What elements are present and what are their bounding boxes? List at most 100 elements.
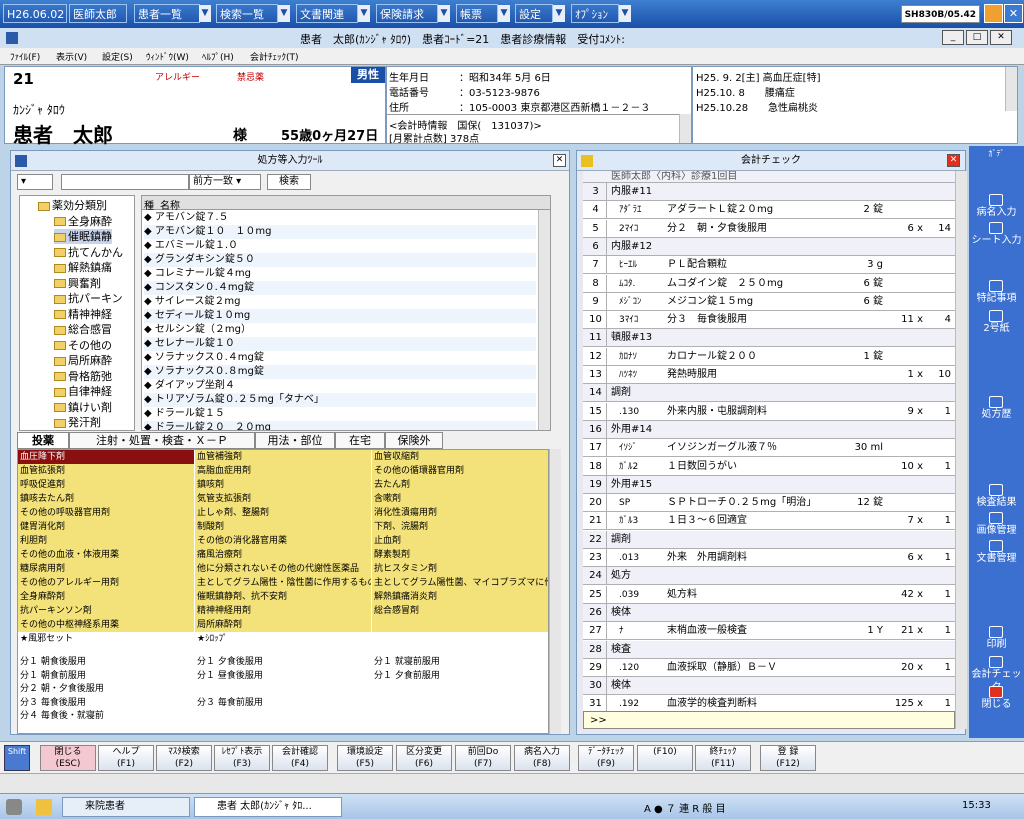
fkey-button-f2[interactable]: ﾏｽﾀ検索 (F2) (156, 745, 212, 771)
category-cell[interactable]: その他の循環器官用剤 (372, 464, 548, 478)
category-cell[interactable]: 総合感冒剤 (372, 604, 548, 618)
category-cell[interactable]: 全身麻酔剤 (18, 590, 194, 604)
close-icon[interactable]: ✕ (553, 154, 566, 167)
drug-row[interactable]: ◆ ソラナックス０.４mg錠 (144, 351, 536, 365)
tree-node[interactable]: その他の (54, 338, 112, 353)
fkey-button-f5[interactable]: 環境設定 (F5) (337, 745, 393, 771)
account-row[interactable]: 27 ﾅ 末梢血液一般検査 1 Y 21 x 1 (583, 622, 955, 641)
close-icon[interactable]: ✕ (1004, 4, 1023, 23)
account-row[interactable]: 19 外用#15 (583, 475, 955, 494)
category-cell[interactable]: 呼吸促進剤 (18, 478, 194, 492)
chevron-down-icon[interactable]: ▼ (278, 5, 290, 22)
close-icon[interactable]: ✕ (947, 154, 960, 167)
account-row[interactable]: 3 内服#11 (583, 183, 955, 201)
drug-row[interactable]: ◆ ドラール錠２０ ２０mg (144, 421, 536, 430)
fkey-button-f11[interactable]: 終ﾁｪｯｸ (F11) (695, 745, 751, 771)
category-cell[interactable]: 血管収縮剤 (372, 450, 548, 464)
category-cell[interactable]: その他の呼吸器官用剤 (18, 506, 194, 520)
menu-view[interactable]: 表示(V) (56, 50, 87, 63)
tree-node[interactable]: 全身麻酔 (54, 214, 112, 229)
menu-search-list[interactable]: 検索一覧 (216, 4, 278, 23)
usage-cell[interactable] (372, 709, 548, 723)
drug-row[interactable]: ◆ セディール錠１０mg (144, 309, 536, 323)
usage-cell[interactable]: 分１ 昼食後服用 (195, 669, 371, 683)
disease-item[interactable]: H25.10.28 急性扁桃炎 (696, 99, 818, 114)
account-row[interactable]: 15 .130 外来内服・屯服調剤料 9 x 1 (583, 402, 955, 421)
account-row[interactable]: 30 検体 (583, 677, 955, 696)
category-cell[interactable]: 精神神経用剤 (195, 604, 371, 618)
category-cell[interactable] (372, 632, 548, 646)
usage-cell[interactable]: 分１ 朝食前服用 (18, 669, 194, 683)
tree-node[interactable]: 局所麻酔 (54, 353, 112, 368)
drug-row[interactable]: ◆ セレナール錠１０ (144, 337, 536, 351)
account-row[interactable]: 11 頓服#13 (583, 329, 955, 348)
account-row[interactable]: 7 ﾋｰｴﾙ ＰＬ配合顆粒 3 g (583, 256, 955, 275)
scrollbar[interactable] (1005, 67, 1017, 111)
fkey-button-esc[interactable]: 閉じる (ESC) (40, 745, 96, 771)
menu-help[interactable]: ﾍﾙﾌﾟ(H) (202, 50, 234, 63)
sidebar-item-document-mgmt[interactable]: 文書管理 (971, 538, 1022, 574)
category-cell[interactable]: 抗パーキンソン剤 (18, 604, 194, 618)
shift-button[interactable]: Shift (4, 745, 30, 771)
sidebar-item-close[interactable]: 閉じる (971, 684, 1022, 720)
sidebar-item-form2[interactable]: 2号紙 (971, 308, 1022, 344)
account-row[interactable]: 10 3ﾏｲｺ 分３ 毎食後服用 11 x 4 (583, 311, 955, 330)
usage-cell[interactable] (372, 696, 548, 710)
col-kind[interactable]: 種 (144, 197, 154, 212)
tab-injection-procedure[interactable]: 注射・処置・検査・Ｘ－Ｐ (69, 432, 255, 449)
category-cell[interactable]: 血管補強剤 (195, 450, 371, 464)
category-cell[interactable]: 血圧降下剤 (18, 450, 194, 464)
tree-node[interactable]: 自律神経 (54, 384, 112, 399)
tree-node[interactable]: 抗パーキン (54, 291, 123, 306)
menu-patient-list[interactable]: 患者一覧 (134, 4, 200, 23)
chevron-down-icon[interactable]: ▼ (619, 5, 631, 22)
drug-row[interactable]: ◆ アモバン錠７.５ (144, 211, 536, 225)
usage-cell[interactable]: 分１ 就寝前服用 (372, 655, 548, 669)
chevron-down-icon[interactable]: ▼ (199, 5, 211, 22)
sidebar-top-tab[interactable]: ｶﾞﾃﾞ (971, 146, 1022, 162)
menu-file[interactable]: ﾌｧｲﾙ(F) (10, 50, 40, 63)
category-cell[interactable] (372, 618, 548, 632)
category-cell[interactable]: 利胆剤 (18, 534, 194, 548)
account-row[interactable]: 18 ｶﾞﾙ2 １日数回うがい 10 x 1 (583, 457, 955, 476)
fkey-button-f6[interactable]: 区分変更 (F6) (396, 745, 452, 771)
category-cell[interactable]: 酵素製剤 (372, 548, 548, 562)
account-row[interactable]: 16 外用#14 (583, 420, 955, 439)
task-visiting-patients[interactable]: 来院患者 (62, 797, 190, 817)
usage-cell[interactable] (372, 682, 548, 696)
tree-node[interactable]: 発汗剤 (54, 415, 101, 430)
scrollbar[interactable] (955, 171, 967, 729)
category-cell[interactable]: 制酸剤 (195, 520, 371, 534)
menu-insurance-claim[interactable]: 保険請求 (376, 4, 438, 23)
drug-row[interactable]: ◆ アモバン錠１０ １０mg (144, 225, 536, 239)
search-button[interactable]: 検索 (267, 174, 311, 190)
category-cell[interactable]: 止しゃ剤、整腸剤 (195, 506, 371, 520)
tab-non-insurance[interactable]: 保険外 (385, 432, 443, 449)
contraindication-badge[interactable]: 禁忌薬 (237, 70, 264, 83)
category-cell[interactable]: 鎮咳剤 (195, 478, 371, 492)
drug-row[interactable]: ◆ ドラール錠１５ (144, 407, 536, 421)
category-cell[interactable]: その他の血液・体液用薬 (18, 548, 194, 562)
chevron-down-icon[interactable]: ▼ (553, 5, 565, 22)
sidebar-item-sheet-input[interactable]: シート入力 (971, 220, 1022, 256)
drug-row[interactable]: ◆ トリアゾラム錠０.２５mg「タナベ」 (144, 393, 536, 407)
col-name[interactable]: 名称 (160, 197, 180, 212)
usage-cell[interactable]: 分２ 朝・夕食後服用 (18, 682, 194, 696)
chevron-down-icon[interactable]: ▼ (438, 5, 450, 22)
account-row[interactable]: 13 ﾊﾂﾈﾂ 発熱時服用 1 x 10 (583, 366, 955, 384)
account-row[interactable]: 24 処方 (583, 567, 955, 586)
account-row[interactable]: 8 ﾑｺﾀ. ムコダイン錠 ２５０mg 6 錠 (583, 274, 955, 293)
drug-row[interactable]: ◆ ダイアップ坐剤４ (144, 379, 536, 393)
category-cell[interactable]: 局所麻酔剤 (195, 618, 371, 632)
start-icon[interactable] (6, 799, 22, 815)
menu-window[interactable]: ｳｨﾝﾄﾞｳ(W) (146, 50, 189, 63)
account-row[interactable]: 20 SP ＳＰトローチ０.２５mg「明治」 12 錠 (583, 494, 955, 513)
category-cell[interactable]: その他のアレルギー用剤 (18, 576, 194, 590)
category-cell[interactable]: その他の中枢神経系用薬 (18, 618, 194, 632)
account-row[interactable]: 26 検体 (583, 603, 955, 622)
drug-row[interactable]: ◆ ソラナックス０.８mg錠 (144, 365, 536, 379)
drug-row[interactable]: ◆ グランダキシン錠５０ (144, 253, 536, 267)
chevron-down-icon[interactable]: ▼ (498, 5, 510, 22)
account-row[interactable]: 21 ｶﾞﾙ3 １日３～６回適宜 7 x 1 (583, 512, 955, 531)
user-display[interactable]: 医師太郎 (69, 4, 127, 23)
